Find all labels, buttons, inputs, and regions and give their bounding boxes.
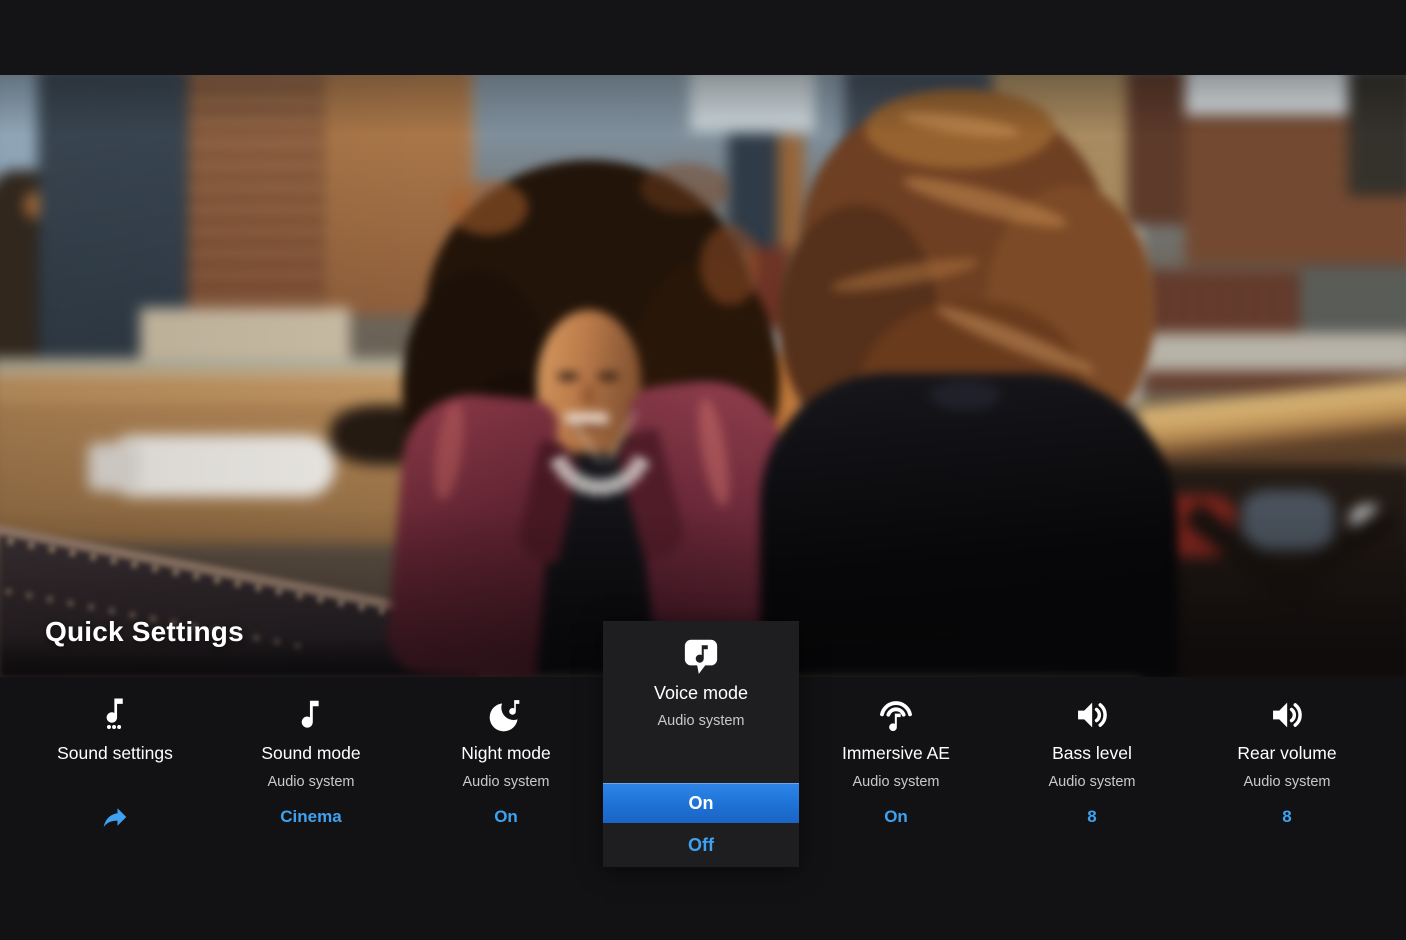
program-preview-image	[0, 75, 1406, 677]
item-device: Audio system	[411, 773, 601, 791]
item-device: Audio system	[801, 773, 991, 791]
popup-title: Voice mode	[603, 683, 799, 704]
item-value: Cinema	[216, 806, 406, 827]
speaker-volume-icon	[1192, 692, 1382, 738]
item-label: Sound mode	[216, 742, 406, 764]
photo-vignette	[0, 75, 1406, 677]
popup-device: Audio system	[603, 713, 799, 729]
music-note-icon	[216, 692, 406, 738]
item-device: Audio system	[216, 773, 406, 791]
moon-note-icon	[411, 692, 601, 738]
quick-setting-night-mode[interactable]: Night mode Audio system On	[411, 677, 601, 827]
top-letterbox	[0, 0, 1406, 75]
share-arrow-icon	[20, 804, 210, 830]
item-value: On	[801, 806, 991, 827]
voice-mode-option-off[interactable]: Off	[603, 823, 799, 867]
voice-mode-popup: Voice mode Audio system On Off	[603, 621, 799, 867]
item-label: Night mode	[411, 742, 601, 764]
music-note-ellipsis-icon	[20, 692, 210, 738]
item-label: Immersive AE	[801, 742, 991, 764]
item-value: 8	[1192, 806, 1382, 827]
quick-setting-sound-settings[interactable]: Sound settings	[20, 677, 210, 830]
item-label: Sound settings	[20, 742, 210, 764]
item-label: Rear volume	[1192, 742, 1382, 764]
quick-setting-sound-mode[interactable]: Sound mode Audio system Cinema	[216, 677, 406, 827]
voice-mode-option-on[interactable]: On	[603, 783, 799, 823]
item-value: 8	[997, 806, 1187, 827]
quick-setting-bass-level[interactable]: Bass level Audio system 8	[997, 677, 1187, 827]
item-device: Audio system	[1192, 773, 1382, 791]
item-device: Audio system	[997, 773, 1187, 791]
speech-bubble-note-icon	[603, 634, 799, 680]
item-value: On	[411, 806, 601, 827]
sound-waves-note-icon	[801, 692, 991, 738]
speaker-volume-icon	[997, 692, 1187, 738]
quick-setting-rear-volume[interactable]: Rear volume Audio system 8	[1192, 677, 1382, 827]
tv-screen: Quick Settings Sound settings	[0, 0, 1406, 940]
item-label: Bass level	[997, 742, 1187, 764]
quick-setting-immersive-ae[interactable]: Immersive AE Audio system On	[801, 677, 991, 827]
page-title: Quick Settings	[45, 616, 244, 648]
